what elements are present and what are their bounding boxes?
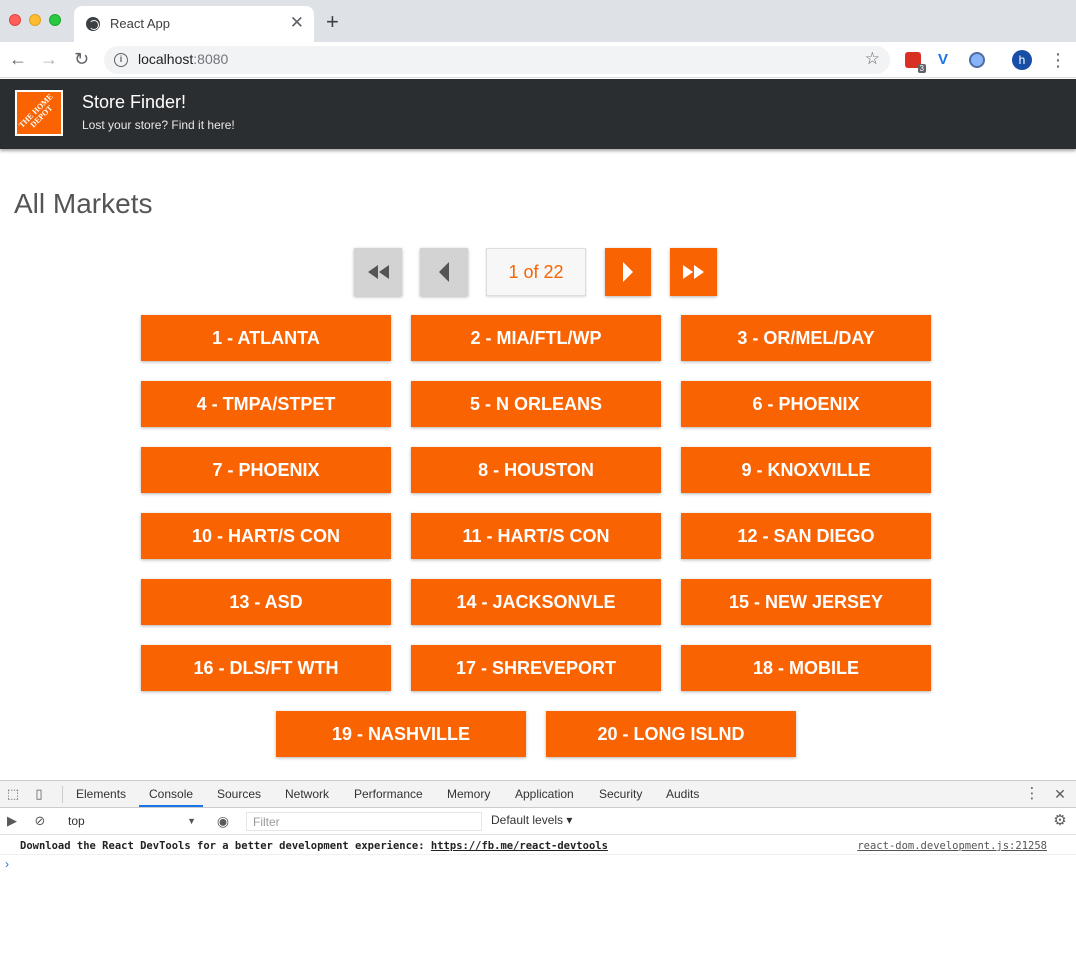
next-page-button[interactable] bbox=[605, 248, 651, 296]
market-button-13[interactable]: 13 - ASD bbox=[141, 579, 391, 625]
extension-circle-icon[interactable] bbox=[969, 52, 985, 68]
left-arrow-icon bbox=[439, 262, 449, 282]
address-bar[interactable]: i localhost:8080 ☆ bbox=[104, 46, 890, 74]
devtools-tab-memory[interactable]: Memory bbox=[447, 781, 490, 807]
inspect-element-icon[interactable]: ⬚ bbox=[5, 786, 21, 802]
devtools-tab-audits[interactable]: Audits bbox=[666, 781, 699, 807]
double-left-arrow-icon bbox=[368, 265, 389, 279]
dropdown-arrow-icon: ▼ bbox=[187, 816, 196, 826]
right-arrow-icon bbox=[623, 262, 633, 282]
log-levels-dropdown[interactable]: Default levels ▾ bbox=[491, 813, 572, 827]
devtools-tab-network[interactable]: Network bbox=[285, 781, 329, 807]
double-right-arrow-icon bbox=[682, 265, 704, 279]
console-message: Download the React DevTools for a better… bbox=[20, 840, 608, 852]
devtools-close-icon[interactable]: ✕ bbox=[1052, 786, 1068, 802]
market-button-16[interactable]: 16 - DLS/FT WTH bbox=[141, 645, 391, 691]
market-button-7[interactable]: 7 - PHOENIX bbox=[141, 447, 391, 493]
market-button-12[interactable]: 12 - SAN DIEGO bbox=[681, 513, 931, 559]
profile-avatar[interactable]: h bbox=[1012, 50, 1032, 70]
devtools-tab-performance[interactable]: Performance bbox=[354, 781, 423, 807]
context-select[interactable]: top ▼ bbox=[60, 812, 202, 831]
device-toolbar-icon[interactable]: ▯ bbox=[31, 786, 47, 802]
info-icon[interactable]: i bbox=[114, 53, 128, 67]
new-tab-button[interactable]: + bbox=[326, 11, 339, 33]
console-filter-input[interactable] bbox=[246, 812, 482, 831]
bookmark-star-icon[interactable]: ☆ bbox=[865, 49, 880, 69]
market-button-1[interactable]: 1 - ATLANTA bbox=[141, 315, 391, 361]
devtools-tab-application[interactable]: Application bbox=[515, 781, 574, 807]
close-window-icon[interactable] bbox=[9, 14, 21, 26]
devtools-tab-sources[interactable]: Sources bbox=[217, 781, 261, 807]
market-button-2[interactable]: 2 - MIA/FTL/WP bbox=[411, 315, 661, 361]
market-button-5[interactable]: 5 - N ORLEANS bbox=[411, 381, 661, 427]
market-button-6[interactable]: 6 - PHOENIX bbox=[681, 381, 931, 427]
market-button-17[interactable]: 17 - SHREVEPORT bbox=[411, 645, 661, 691]
market-button-11[interactable]: 11 - HART/S CON bbox=[411, 513, 661, 559]
tab-close-icon[interactable]: ✕ bbox=[290, 13, 304, 33]
console-source-link[interactable]: react-dom.development.js:21258 bbox=[857, 840, 1047, 852]
logo-text: THE HOME DEPOT bbox=[17, 92, 55, 130]
browser-toolbar: ← → ↻ i localhost:8080 ☆ 3 V h ⋮ bbox=[0, 42, 1076, 78]
context-value: top bbox=[68, 814, 85, 828]
back-arrow-icon[interactable]: ← bbox=[9, 49, 27, 69]
devtools-panel: ⬚ ▯ Elements Console Sources Network Per… bbox=[0, 780, 1076, 956]
app-title: Store Finder! bbox=[82, 92, 187, 112]
extension-icon[interactable]: 3 bbox=[905, 52, 926, 73]
market-button-4[interactable]: 4 - TMPA/STPET bbox=[141, 381, 391, 427]
market-button-3[interactable]: 3 - OR/MEL/DAY bbox=[681, 315, 931, 361]
divider bbox=[0, 854, 1076, 855]
globe-icon bbox=[86, 17, 100, 31]
home-depot-logo: THE HOME DEPOT bbox=[15, 90, 63, 136]
devtools-tab-bar: ⬚ ▯ Elements Console Sources Network Per… bbox=[0, 781, 1076, 808]
app-header: THE HOME DEPOT Store Finder! Lost your s… bbox=[0, 79, 1076, 149]
extension-badge: 3 bbox=[917, 64, 926, 73]
console-prompt-icon[interactable]: › bbox=[5, 857, 9, 871]
minimize-window-icon[interactable] bbox=[29, 14, 41, 26]
maximize-window-icon[interactable] bbox=[49, 14, 61, 26]
devtools-tab-elements[interactable]: Elements bbox=[76, 781, 126, 807]
reload-icon[interactable]: ↻ bbox=[74, 49, 89, 69]
browser-tab-bar: React App ✕ + bbox=[0, 0, 1076, 42]
market-button-15[interactable]: 15 - NEW JERSEY bbox=[681, 579, 931, 625]
previous-page-button[interactable] bbox=[420, 248, 468, 296]
divider bbox=[62, 786, 63, 803]
app-subtitle: Lost your store? Find it here! bbox=[82, 118, 235, 132]
gear-icon[interactable]: ⚙ bbox=[1052, 813, 1068, 829]
url-text: localhost:8080 bbox=[138, 51, 229, 67]
clear-console-icon[interactable]: ⊘ bbox=[32, 813, 48, 829]
devtools-menu-icon[interactable]: ⋮ bbox=[1024, 786, 1040, 802]
console-message-text: Download the React DevTools for a better… bbox=[20, 840, 431, 852]
market-button-8[interactable]: 8 - HOUSTON bbox=[411, 447, 661, 493]
devtools-tab-console[interactable]: Console bbox=[139, 781, 204, 807]
kebab-menu-icon[interactable]: ⋮ bbox=[1049, 50, 1067, 70]
tab-title: React App bbox=[110, 16, 170, 31]
market-button-14[interactable]: 14 - JACKSONVLE bbox=[411, 579, 661, 625]
devtools-tab-security[interactable]: Security bbox=[599, 781, 642, 807]
last-page-button[interactable] bbox=[670, 248, 717, 296]
browser-tab[interactable]: React App ✕ bbox=[74, 6, 314, 42]
market-button-10[interactable]: 10 - HART/S CON bbox=[141, 513, 391, 559]
market-button-20[interactable]: 20 - LONG ISLND bbox=[546, 711, 796, 757]
market-button-19[interactable]: 19 - NASHVILLE bbox=[276, 711, 526, 757]
vimeo-extension-icon[interactable]: V bbox=[938, 52, 954, 68]
eye-icon[interactable]: ◉ bbox=[215, 813, 231, 829]
forward-arrow-icon[interactable]: → bbox=[40, 49, 58, 69]
page-indicator: 1 of 22 bbox=[486, 248, 586, 296]
first-page-button[interactable] bbox=[354, 248, 402, 296]
market-button-18[interactable]: 18 - MOBILE bbox=[681, 645, 931, 691]
sidebar-toggle-icon[interactable]: ▶ bbox=[4, 813, 20, 829]
devtools-link[interactable]: https://fb.me/react-devtools bbox=[431, 840, 608, 852]
page-title: All Markets bbox=[14, 188, 153, 219]
market-button-9[interactable]: 9 - KNOXVILLE bbox=[681, 447, 931, 493]
console-toolbar: ▶ ⊘ top ▼ ◉ Default levels ▾ ⚙ bbox=[0, 808, 1076, 835]
